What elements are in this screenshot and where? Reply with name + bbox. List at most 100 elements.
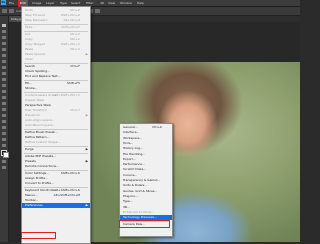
menu-item-label: Convert to Profile... — [25, 181, 54, 185]
pen-tool-icon[interactable] — [2, 108, 6, 111]
eyedropper-tool-icon[interactable] — [2, 54, 6, 57]
menu-item-label: Define Brush Preset... — [25, 130, 58, 134]
edit-menu-item-fade[interactable]: Fade... Shift+Ctrl+F — [22, 25, 90, 30]
menu-item-label: Search — [25, 64, 36, 68]
photoshop-logo: Ps — [1, 0, 6, 5]
preferences-item-interface[interactable]: Interface... — [120, 130, 172, 135]
menu-help[interactable]: Help — [136, 0, 145, 6]
menu-item-label: Purge — [25, 147, 34, 151]
preferences-item-performance[interactable]: Performance... — [120, 162, 172, 167]
menu-item-label: Adobe PDF Presets... — [25, 154, 57, 158]
blur-tool-icon[interactable] — [2, 96, 6, 99]
menu-item-label: Copy Merged — [25, 42, 45, 46]
menu-item-label: Transform — [25, 113, 40, 117]
lasso-tool-icon[interactable] — [2, 36, 6, 39]
menu-item-label: Toolbar... — [25, 198, 39, 202]
zoom-tool-icon[interactable] — [2, 138, 6, 141]
edit-menu-item-define-custom-shape[interactable]: Define Custom Shape... — [22, 140, 90, 145]
menu-item-label: Fill... — [25, 81, 32, 85]
edit-menu-item-find-and-replace-text[interactable]: Find and Replace Text... — [22, 74, 90, 79]
menu-item-label: Paste — [25, 47, 34, 51]
quick-mask-icon[interactable] — [2, 160, 6, 163]
preferences-item-general[interactable]: General... Ctrl+K — [120, 125, 172, 130]
menu-item-label: Technology Previews... — [123, 215, 157, 220]
menu-item-label: Type... — [123, 199, 133, 204]
menu-item-label: Paste Special — [25, 52, 45, 56]
preferences-item-units-rulers[interactable]: Units & Rulers... — [120, 183, 172, 188]
menu-item-label: Transparency & Gamut... — [123, 178, 161, 182]
edit-menu-item-clear[interactable]: Clear — [22, 57, 90, 62]
menu-item-label: Plug-ins... — [123, 193, 138, 198]
edit-menu-item-remote-connections[interactable]: Remote Connections... — [22, 164, 90, 169]
menu-item-label: History Log... — [123, 146, 143, 151]
edit-menu-item-convert-to-profile[interactable]: Convert to Profile... — [22, 181, 90, 186]
preferences-item-enhanced-controls[interactable]: Enhanced Controls... — [120, 210, 172, 215]
crop-tool-icon[interactable] — [2, 48, 6, 51]
menu-item-label: Free Transform — [25, 108, 48, 112]
edit-menu-item-stroke[interactable]: Stroke... — [22, 86, 90, 91]
hand-tool-icon[interactable] — [2, 132, 6, 135]
preferences-item-export[interactable]: Export... — [120, 157, 172, 162]
brush-tool-icon[interactable] — [2, 66, 6, 69]
edit-menu-item-purge[interactable]: Purge ▶ — [22, 147, 90, 152]
quick-select-tool-icon[interactable] — [2, 42, 6, 45]
menu-window[interactable]: Window — [119, 0, 133, 6]
preferences-item-cursors[interactable]: Cursors... — [120, 173, 172, 178]
menu-item-label: Export... — [123, 156, 136, 161]
menu-item-label: Tools... — [123, 140, 134, 145]
menu-file[interactable]: File — [8, 0, 15, 6]
menu-item-label: Interface... — [123, 130, 140, 135]
preferences-item-tools[interactable]: Tools... — [120, 141, 172, 146]
menu-item-shortcut: Shift+Ctrl+F — [61, 25, 80, 29]
screen-mode-icon[interactable] — [2, 166, 6, 169]
dodge-tool-icon[interactable] — [2, 102, 6, 105]
preferences-item-type[interactable]: Type... — [120, 199, 172, 204]
menu-item-label: Menus... — [25, 193, 38, 197]
menu-item-label: Keyboard Shortcuts... — [25, 188, 58, 192]
move-tool-icon[interactable] — [2, 24, 6, 27]
path-selection-tool-icon[interactable] — [2, 120, 6, 123]
type-tool-icon[interactable] — [2, 114, 6, 117]
more-tools-icon[interactable] — [2, 144, 6, 147]
checkbox-icon[interactable] — [9, 9, 14, 13]
submenu-arrow-icon: ▶ — [85, 203, 88, 207]
menu-3d[interactable]: 3D — [99, 0, 105, 6]
shape-tool-icon[interactable] — [2, 126, 6, 129]
history-brush-tool-icon[interactable] — [2, 78, 6, 81]
gradient-tool-icon[interactable] — [2, 90, 6, 93]
menu-view[interactable]: View — [107, 0, 116, 6]
menu-item-label: Cursors... — [123, 172, 138, 177]
preferences-item-transparency-gamut[interactable]: Transparency & Gamut... — [120, 178, 172, 183]
preferences-item-workspace[interactable]: Workspace... — [120, 136, 172, 141]
align-icon[interactable] — [95, 9, 100, 13]
marquee-tool-icon[interactable] — [2, 30, 6, 33]
menu-item-shortcut: Alt+Ctrl+Z — [63, 18, 80, 22]
move-tool-icon — [2, 9, 7, 13]
menu-item-label: Fade... — [25, 25, 35, 29]
edit-menu-item-step-backward[interactable]: Step Backward Alt+Ctrl+Z — [22, 18, 90, 23]
preferences-item-history-log[interactable]: History Log... — [120, 146, 172, 151]
preferences-item-plug-ins[interactable]: Plug-ins... — [120, 194, 172, 199]
menu-item-label: Performance... — [123, 162, 145, 167]
healing-brush-tool-icon[interactable] — [2, 60, 6, 63]
eraser-tool-icon[interactable] — [2, 84, 6, 87]
menu-item-label: Units & Rulers... — [123, 183, 148, 188]
preferences-item-scratch-disks[interactable]: Scratch Disks... — [120, 167, 172, 172]
menu-item-label: Enhanced Controls... — [123, 209, 155, 214]
edit-menu-item-auto-blend-layers[interactable]: Auto-Blend Layers... — [22, 123, 90, 128]
document-photo — [57, 62, 300, 242]
preferences-item-file-handling[interactable]: File Handling... — [120, 152, 172, 157]
annotation-highlight-technology-previews — [119, 220, 170, 228]
menu-item-label: Assign Profile... — [25, 176, 48, 180]
annotation-highlight-preferences — [21, 232, 56, 239]
preferences-item-guides-grid-slices[interactable]: Guides, Grid & Slices... — [120, 189, 172, 194]
clone-stamp-tool-icon[interactable] — [2, 72, 6, 75]
edit-menu-item-preferences[interactable]: Preferences ▶ — [22, 203, 90, 208]
menu-item-label: Guides, Grid & Slices... — [123, 188, 158, 193]
preferences-item-3d[interactable]: 3D... — [120, 205, 172, 210]
menu-item-label: Presets — [25, 159, 36, 163]
menu-item-label: Perspective Warp — [25, 103, 52, 107]
menu-item-label: Auto-Align Layers... — [25, 118, 55, 122]
menu-item-label: Remote Connections... — [25, 164, 59, 168]
menu-item-label: Color Settings... — [25, 171, 49, 175]
